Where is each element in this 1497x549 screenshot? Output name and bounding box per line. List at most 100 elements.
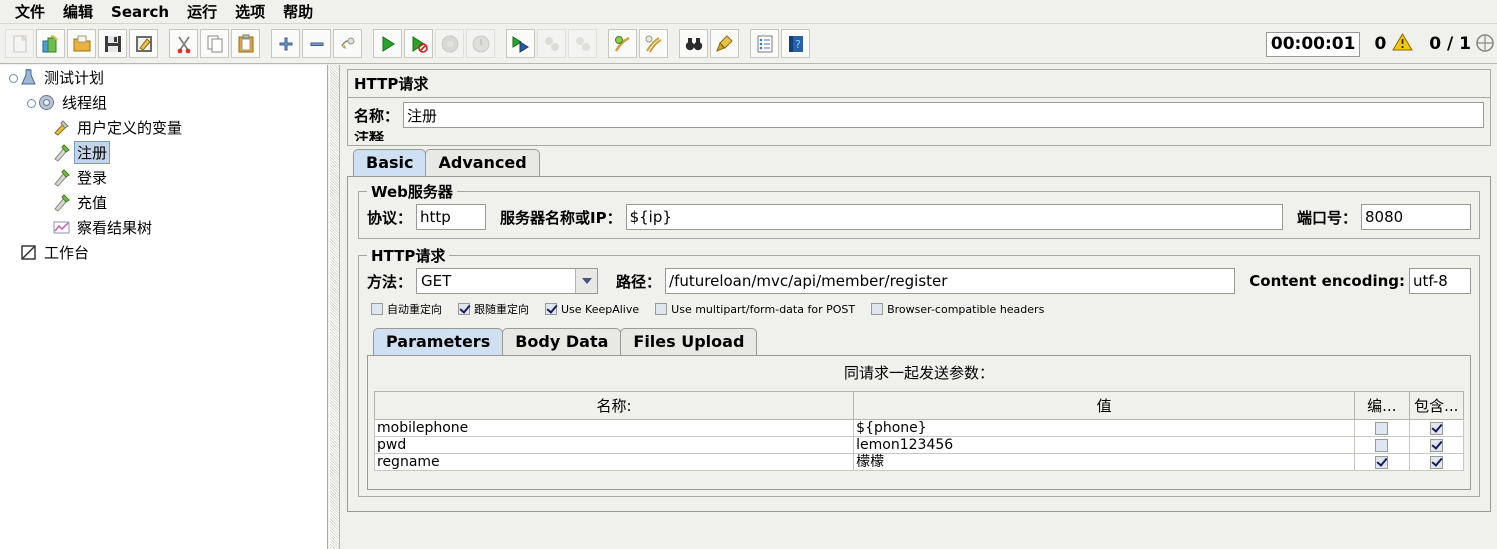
name-input[interactable]: 注册 bbox=[403, 102, 1484, 128]
col-header-name[interactable]: 名称: bbox=[373, 391, 855, 420]
start-no-pauses-icon[interactable] bbox=[404, 29, 433, 58]
server-input[interactable]: ${ip} bbox=[625, 204, 1283, 230]
content-encoding-label: Content encoding: bbox=[1249, 272, 1405, 290]
start-play-icon[interactable] bbox=[373, 29, 402, 58]
tab-parameters[interactable]: Parameters bbox=[373, 328, 504, 355]
protocol-label: 协议： bbox=[367, 208, 413, 227]
menu-options[interactable]: 选项 bbox=[226, 0, 274, 23]
reset-search-broom-icon[interactable] bbox=[710, 29, 739, 58]
tree-node-workbench[interactable]: 工作台 bbox=[0, 240, 327, 265]
cell-param-name[interactable]: mobilephone bbox=[373, 419, 855, 437]
split-divider[interactable] bbox=[329, 65, 340, 549]
cell-param-value[interactable]: ${phone} bbox=[853, 419, 1356, 437]
menu-help[interactable]: 帮助 bbox=[274, 0, 322, 23]
chevron-down-icon[interactable] bbox=[575, 269, 598, 293]
encode-checkbox[interactable] bbox=[1375, 421, 1389, 435]
tree-node-thread-group[interactable]: 线程组 bbox=[0, 90, 327, 115]
checkbox-follow-redirect[interactable]: 跟随重定向 bbox=[458, 301, 529, 317]
clear-icon[interactable] bbox=[608, 29, 637, 58]
table-row[interactable]: mobilephone ${phone} bbox=[373, 419, 1465, 437]
menu-file[interactable]: 文件 bbox=[6, 0, 54, 23]
menu-search[interactable]: Search bbox=[102, 2, 178, 22]
tree-node-test-plan[interactable]: 测试计划 bbox=[0, 65, 327, 90]
parameters-table[interactable]: 名称: 值 编... 包含... mobilephone ${phone} pw… bbox=[373, 391, 1465, 471]
tree-label: 察看结果树 bbox=[77, 219, 153, 237]
comment-label: 注释 bbox=[354, 131, 385, 141]
templates-icon[interactable] bbox=[36, 29, 65, 58]
content-encoding-input[interactable]: utf-8 bbox=[1409, 268, 1471, 294]
shutdown-icon[interactable] bbox=[466, 29, 495, 58]
checkbox-label: Use multipart/form-data for POST bbox=[671, 302, 856, 316]
checkbox-box[interactable] bbox=[871, 303, 884, 315]
port-input[interactable]: 8080 bbox=[1361, 204, 1471, 230]
cell-include[interactable] bbox=[1408, 419, 1465, 437]
checkbox-box[interactable] bbox=[371, 303, 383, 315]
stop-remote-all-icon[interactable] bbox=[537, 29, 566, 58]
col-header-encode[interactable]: 编... bbox=[1354, 391, 1410, 420]
tree-node-login[interactable]: 登录 bbox=[0, 165, 327, 190]
encode-checkbox[interactable] bbox=[1375, 438, 1389, 452]
table-row[interactable]: regname 檬檬 bbox=[373, 453, 1465, 471]
shutdown-remote-all-icon[interactable] bbox=[568, 29, 597, 58]
include-checkbox[interactable] bbox=[1429, 421, 1443, 435]
tree-node-user-variables[interactable]: 用户定义的变量 bbox=[0, 115, 327, 140]
tree-node-recharge[interactable]: 充值 bbox=[0, 190, 327, 215]
cell-encode[interactable] bbox=[1354, 453, 1410, 471]
tab-body-data[interactable]: Body Data bbox=[502, 328, 622, 355]
copy-icon[interactable] bbox=[200, 29, 229, 58]
expand-all-plus-icon[interactable] bbox=[271, 29, 300, 58]
col-header-include[interactable]: 包含... bbox=[1408, 391, 1465, 420]
tab-files-upload[interactable]: Files Upload bbox=[620, 328, 758, 355]
method-select[interactable]: GET bbox=[416, 268, 599, 294]
open-folder-icon[interactable] bbox=[67, 29, 96, 58]
toggle-icon[interactable] bbox=[333, 29, 362, 58]
table-row[interactable]: pwd lemon123456 bbox=[373, 436, 1465, 454]
new-document-icon[interactable] bbox=[5, 29, 34, 58]
checkbox-browser-compatible-headers[interactable]: Browser-compatible headers bbox=[871, 303, 1044, 316]
checkbox-box[interactable] bbox=[655, 303, 668, 315]
checkbox-use-multipart[interactable]: Use multipart/form-data for POST bbox=[655, 303, 855, 316]
tree-node-view-results-tree[interactable]: 察看结果树 bbox=[0, 215, 327, 240]
save-icon[interactable] bbox=[98, 29, 127, 58]
cell-param-value[interactable]: 檬檬 bbox=[853, 453, 1356, 471]
http-request-group-title: HTTP请求 bbox=[367, 245, 450, 266]
start-remote-all-icon[interactable] bbox=[506, 29, 535, 58]
checkbox-auto-redirect[interactable]: 自动重定向 bbox=[371, 301, 442, 317]
warning-count: 0 bbox=[1374, 34, 1387, 54]
expand-handle-icon[interactable] bbox=[8, 73, 18, 83]
clear-all-icon[interactable] bbox=[639, 29, 668, 58]
save-as-icon[interactable] bbox=[129, 29, 158, 58]
checkbox-box[interactable] bbox=[458, 303, 470, 315]
expand-handle-icon[interactable] bbox=[26, 98, 36, 108]
col-header-value[interactable]: 值 bbox=[853, 391, 1356, 420]
protocol-input[interactable]: http bbox=[416, 204, 487, 230]
collapse-all-minus-icon[interactable] bbox=[302, 29, 331, 58]
cell-include[interactable] bbox=[1408, 453, 1465, 471]
cell-param-name[interactable]: regname bbox=[373, 453, 855, 471]
cell-param-name[interactable]: pwd bbox=[373, 436, 855, 454]
view-results-tree-icon bbox=[52, 218, 71, 237]
tree-node-register[interactable]: 注册 bbox=[0, 140, 327, 165]
help-book-icon[interactable]: ? bbox=[781, 29, 810, 58]
checkbox-use-keepalive[interactable]: Use KeepAlive bbox=[545, 303, 639, 316]
include-checkbox[interactable] bbox=[1429, 455, 1443, 469]
cell-encode[interactable] bbox=[1354, 436, 1410, 454]
cell-encode[interactable] bbox=[1354, 419, 1410, 437]
stop-icon[interactable] bbox=[435, 29, 464, 58]
menu-run[interactable]: 运行 bbox=[178, 0, 226, 23]
path-input[interactable]: /futureloan/mvc/api/member/register bbox=[665, 268, 1236, 294]
tab-basic[interactable]: Basic bbox=[353, 149, 427, 176]
function-helper-icon[interactable] bbox=[750, 29, 779, 58]
cell-param-value[interactable]: lemon123456 bbox=[853, 436, 1356, 454]
search-binoculars-icon[interactable] bbox=[679, 29, 708, 58]
include-checkbox[interactable] bbox=[1429, 438, 1443, 452]
warning-triangle-icon[interactable] bbox=[1392, 33, 1414, 55]
cut-scissors-icon[interactable] bbox=[169, 29, 198, 58]
encode-checkbox[interactable] bbox=[1375, 455, 1389, 469]
test-plan-tree[interactable]: 测试计划 线程组 用户定义的变量 注册 登录 充值 察看结果树 工作台 bbox=[0, 65, 328, 549]
menu-edit[interactable]: 编辑 bbox=[54, 0, 102, 23]
checkbox-box[interactable] bbox=[545, 303, 557, 315]
tab-advanced[interactable]: Advanced bbox=[425, 149, 540, 176]
cell-include[interactable] bbox=[1408, 436, 1465, 454]
paste-clipboard-icon[interactable] bbox=[231, 29, 260, 58]
